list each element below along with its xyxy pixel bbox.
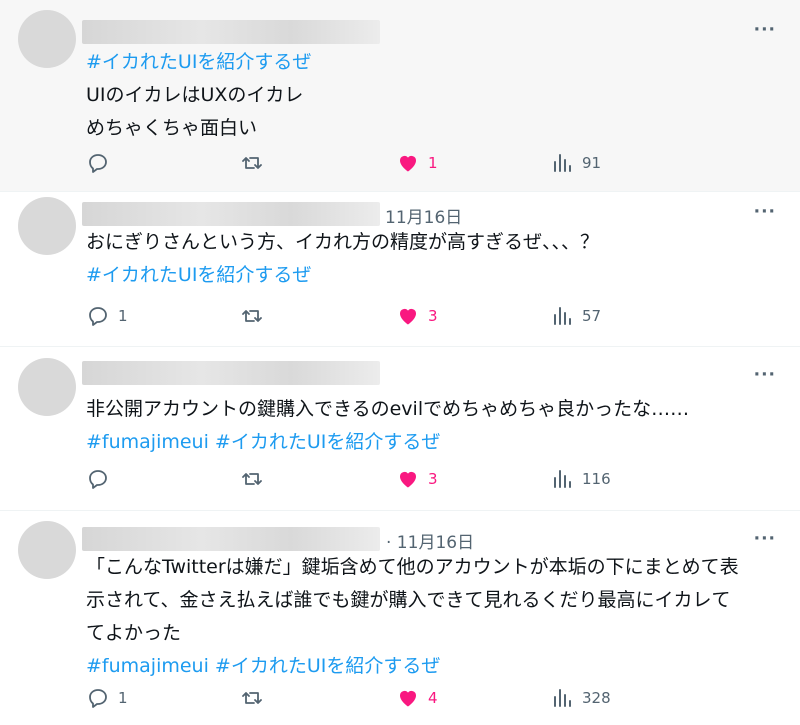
tweet-text-line: てよかった: [86, 622, 182, 644]
like-count: 3: [428, 307, 438, 325]
view-count: 57: [582, 307, 602, 325]
hashtag-link[interactable]: #イカれたUIを紹介するぜ: [86, 46, 780, 79]
reply-count: 1: [118, 307, 128, 325]
tweet-date[interactable]: 11月16日: [385, 203, 462, 228]
tweet-text-line: 示されて、金さえ払えば誰でも鍵が購入できて見れるくだり最高にイカレて: [86, 589, 731, 611]
tweet-date[interactable]: · 11月16日: [386, 528, 474, 553]
views-chart-icon: [554, 154, 571, 172]
retweet-icon: [242, 473, 262, 485]
like-button[interactable]: 3: [396, 304, 438, 328]
like-count: 4: [428, 689, 438, 707]
tweet-text: おにぎりさんという方、イカれ方の精度が高すぎるぜ、、、？ #イカれたUIを紹介す…: [86, 226, 780, 292]
retweet-button[interactable]: [240, 151, 264, 175]
tweet-text-line: おにぎりさんという方、イカれ方の精度が高すぎるぜ、、、？: [86, 231, 600, 253]
retweet-icon: [242, 157, 262, 169]
heart-filled-icon: [399, 308, 417, 325]
tweet-3[interactable]: ··· 非公開アカウントの鍵購入できるのevilでめちゃめちゃ良かったな…… #…: [0, 347, 800, 511]
views-button[interactable]: 57: [550, 304, 601, 328]
more-options-button[interactable]: ···: [754, 20, 776, 40]
avatar[interactable]: [18, 358, 76, 416]
retweet-button[interactable]: [240, 304, 264, 328]
action-bar: 1 91: [86, 151, 686, 175]
like-count: 1: [428, 154, 438, 172]
view-count: 116: [582, 470, 611, 488]
like-count: 3: [428, 470, 438, 488]
tweet-text-line: 非公開アカウントの鍵購入できるのevilでめちゃめちゃ良かったな……: [86, 398, 690, 420]
blurred-username[interactable]: [82, 202, 380, 226]
action-bar: 1 3 57: [86, 304, 686, 328]
hashtag-link[interactable]: #イカれたUIを紹介するぜ: [86, 259, 780, 292]
blurred-username[interactable]: [82, 20, 380, 44]
tweet-text: #イカれたUIを紹介するぜ UIのイカレはUXのイカレ めちゃくちゃ面白い: [86, 46, 780, 145]
tweet-text-line: UIのイカレはUXのイカレ: [86, 84, 304, 106]
reply-icon: [89, 689, 107, 708]
retweet-button[interactable]: [240, 686, 264, 710]
tweet-4[interactable]: · 11月16日 ··· 「こんなTwitterは嫌だ」鍵垢含めて他のアカウント…: [0, 511, 800, 725]
tweet-2[interactable]: 11月16日 ··· おにぎりさんという方、イカれ方の精度が高すぎるぜ、、、？ …: [0, 192, 800, 347]
reply-button[interactable]: 1: [86, 304, 128, 328]
views-chart-icon: [554, 689, 571, 707]
avatar[interactable]: [18, 521, 76, 579]
heart-filled-icon: [399, 155, 417, 172]
retweet-icon: [242, 310, 262, 322]
blurred-username[interactable]: [82, 361, 380, 385]
blurred-username[interactable]: [82, 527, 380, 551]
avatar[interactable]: [18, 197, 76, 255]
views-chart-icon: [554, 470, 571, 488]
view-count: 91: [582, 154, 602, 172]
more-options-button[interactable]: ···: [754, 529, 776, 549]
like-button[interactable]: 4: [396, 686, 438, 710]
tweet-text: 非公開アカウントの鍵購入できるのevilでめちゃめちゃ良かったな…… #fuma…: [86, 393, 780, 459]
like-button[interactable]: 3: [396, 467, 438, 491]
more-options-button[interactable]: ···: [754, 365, 776, 385]
tweet-text-line: めちゃくちゃ面白い: [86, 117, 258, 139]
heart-filled-icon: [399, 690, 417, 707]
reply-button[interactable]: [86, 151, 118, 175]
more-options-button[interactable]: ···: [754, 202, 776, 222]
reply-icon: [89, 154, 107, 173]
view-count: 328: [582, 689, 611, 707]
reply-button[interactable]: [86, 467, 118, 491]
views-button[interactable]: 328: [550, 686, 611, 710]
action-bar: 1 4 328: [86, 686, 686, 710]
avatar[interactable]: [18, 10, 76, 68]
reply-button[interactable]: 1: [86, 686, 128, 710]
action-bar: 3 116: [86, 467, 686, 491]
tweet-text-line: 「こんなTwitterは嫌だ」鍵垢含めて他のアカウントが本垢の下にまとめて表: [86, 556, 739, 578]
tweet-1[interactable]: ··· #イカれたUIを紹介するぜ UIのイカレはUXのイカレ めちゃくちゃ面白…: [0, 0, 800, 192]
views-button[interactable]: 91: [550, 151, 601, 175]
hashtag-link[interactable]: #fumajimeui #イカれたUIを紹介するぜ: [86, 650, 780, 683]
views-chart-icon: [554, 307, 571, 325]
reply-icon: [89, 307, 107, 326]
retweet-button[interactable]: [240, 467, 264, 491]
views-button[interactable]: 116: [550, 467, 611, 491]
reply-icon: [89, 470, 107, 489]
retweet-icon: [242, 692, 262, 704]
heart-filled-icon: [399, 471, 417, 488]
reply-count: 1: [118, 689, 128, 707]
like-button[interactable]: 1: [396, 151, 438, 175]
tweet-text: 「こんなTwitterは嫌だ」鍵垢含めて他のアカウントが本垢の下にまとめて表 示…: [86, 551, 780, 683]
hashtag-link[interactable]: #fumajimeui #イカれたUIを紹介するぜ: [86, 426, 780, 459]
